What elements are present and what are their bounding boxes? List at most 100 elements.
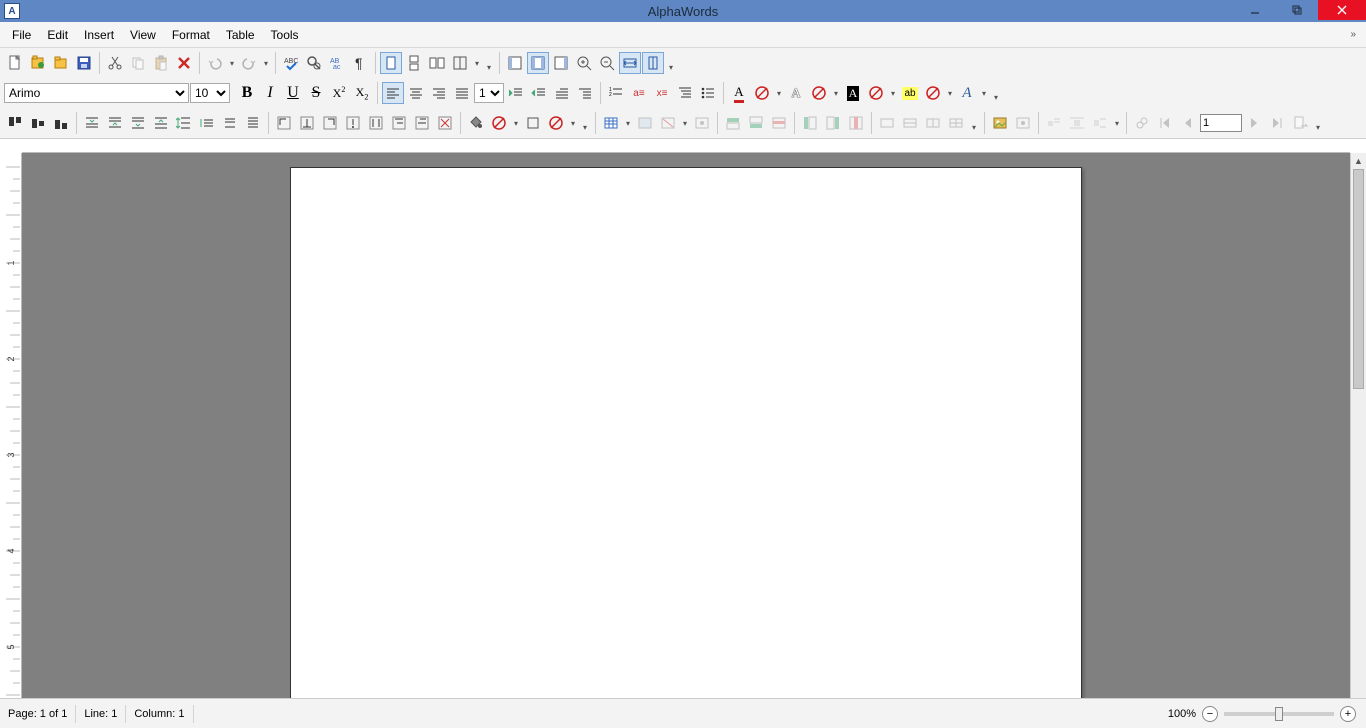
insert-table-button[interactable]	[600, 112, 622, 134]
menu-file[interactable]: File	[4, 24, 39, 46]
copy-button[interactable]	[127, 52, 149, 74]
formatting-overflow[interactable]: ▾	[990, 82, 1002, 104]
space-after-inc-button[interactable]	[127, 112, 149, 134]
undo-button[interactable]	[204, 52, 226, 74]
select-table-button[interactable]	[634, 112, 656, 134]
vertical-scrollbar[interactable]: ▲ ▼	[1350, 153, 1366, 715]
strikethrough-button[interactable]: S	[305, 82, 327, 104]
cut-button[interactable]	[104, 52, 126, 74]
columns-dropdown[interactable]: ▾	[472, 59, 482, 68]
delete-button[interactable]	[173, 52, 195, 74]
menu-insert[interactable]: Insert	[76, 24, 122, 46]
align-center-button[interactable]	[405, 82, 427, 104]
close-button[interactable]	[1318, 0, 1366, 20]
delete-table-button[interactable]	[657, 112, 679, 134]
linespacing-select[interactable]: 1	[474, 83, 504, 103]
columns-button[interactable]	[449, 52, 471, 74]
delete-table-dropdown[interactable]: ▾	[680, 119, 690, 128]
menu-edit[interactable]: Edit	[39, 24, 76, 46]
insert-col-right-button[interactable]	[822, 112, 844, 134]
font-bgcolor-button[interactable]: A	[842, 82, 864, 104]
maximize-button[interactable]	[1276, 0, 1318, 20]
para-align-top-button[interactable]	[4, 112, 26, 134]
open-button[interactable]	[50, 52, 72, 74]
split-col-button[interactable]	[922, 112, 944, 134]
line-spacing-dec-button[interactable]	[196, 112, 218, 134]
table-props-button[interactable]	[691, 112, 713, 134]
vertical-ruler[interactable]: 12345	[0, 153, 22, 715]
zoom-plus-button[interactable]: +	[1340, 706, 1356, 722]
para-align-middle-button[interactable]	[27, 112, 49, 134]
char-style-button[interactable]: A	[956, 82, 978, 104]
menu-view[interactable]: View	[122, 24, 164, 46]
font-bgcolor-dropdown[interactable]: ▾	[888, 89, 898, 98]
menu-format[interactable]: Format	[164, 24, 218, 46]
italic-button[interactable]: I	[259, 82, 281, 104]
wrap-square-button[interactable]	[1066, 112, 1088, 134]
insert-table-dropdown[interactable]: ▾	[623, 119, 633, 128]
new-from-template-button[interactable]	[27, 52, 49, 74]
menubar-expand-icon[interactable]: »	[1350, 29, 1362, 40]
font-color-button[interactable]: A	[728, 82, 750, 104]
decrease-indent-button[interactable]	[528, 82, 550, 104]
underline-button[interactable]: U	[282, 82, 304, 104]
increase-indent-button[interactable]	[505, 82, 527, 104]
minimize-button[interactable]	[1234, 0, 1276, 20]
paste-button[interactable]	[150, 52, 172, 74]
zoom-out-button[interactable]	[596, 52, 618, 74]
delete-row-button[interactable]	[768, 112, 790, 134]
tab-bar-button[interactable]	[365, 112, 387, 134]
nav-overflow[interactable]: ▾	[1312, 112, 1324, 134]
para-border-none-button[interactable]	[545, 112, 567, 134]
tab-left-button[interactable]	[273, 112, 295, 134]
delete-col-button[interactable]	[845, 112, 867, 134]
document-page[interactable]	[290, 167, 1082, 715]
para-align-bottom-button[interactable]	[50, 112, 72, 134]
highlight-button[interactable]: ab	[899, 82, 921, 104]
nav-link-button[interactable]	[1131, 112, 1153, 134]
redo-dropdown[interactable]: ▾	[261, 59, 271, 68]
fit-width-button[interactable]	[619, 52, 641, 74]
menu-table[interactable]: Table	[218, 24, 263, 46]
new-document-button[interactable]	[4, 52, 26, 74]
insert-row-above-button[interactable]	[722, 112, 744, 134]
tab-decimal-button[interactable]	[342, 112, 364, 134]
show-formatting-button[interactable]: ¶	[349, 52, 371, 74]
nav-last-button[interactable]	[1266, 112, 1288, 134]
font-outline-none-button[interactable]	[808, 82, 830, 104]
find-replace-button[interactable]	[303, 52, 325, 74]
line-spacing-inc-button[interactable]	[173, 112, 195, 134]
zoom-in-button[interactable]	[573, 52, 595, 74]
zoom-minus-button[interactable]: −	[1202, 706, 1218, 722]
para-overflow[interactable]: ▾	[579, 112, 591, 134]
margin-right-button[interactable]	[550, 52, 572, 74]
insert-col-left-button[interactable]	[799, 112, 821, 134]
para-shading-none-button[interactable]	[488, 112, 510, 134]
font-name-select[interactable]: Arimo	[4, 83, 189, 103]
space-before-inc-button[interactable]	[81, 112, 103, 134]
wrap-dropdown[interactable]: ▾	[1112, 119, 1122, 128]
space-after-dec-button[interactable]	[150, 112, 172, 134]
bullet-list-button[interactable]	[697, 82, 719, 104]
menu-tools[interactable]: Tools	[263, 24, 307, 46]
single-page-button[interactable]	[380, 52, 402, 74]
change-case-button[interactable]: ABac	[326, 52, 348, 74]
font-outline-button[interactable]: A	[785, 82, 807, 104]
nav-first-button[interactable]	[1154, 112, 1176, 134]
align-right-button[interactable]	[428, 82, 450, 104]
tab-indent2-button[interactable]	[411, 112, 433, 134]
redo-button[interactable]	[238, 52, 260, 74]
standard-overflow[interactable]: ▾	[483, 52, 495, 74]
outline-list-button[interactable]	[674, 82, 696, 104]
space-before-dec-button[interactable]	[104, 112, 126, 134]
keep-with-next-button[interactable]	[219, 112, 241, 134]
split-row-button[interactable]	[899, 112, 921, 134]
para-border-dropdown[interactable]: ▾	[568, 119, 578, 128]
keep-together-button[interactable]	[242, 112, 264, 134]
bold-button[interactable]: B	[236, 82, 258, 104]
margin-both-button[interactable]	[527, 52, 549, 74]
highlight-none-button[interactable]	[922, 82, 944, 104]
para-shading-dropdown[interactable]: ▾	[511, 119, 521, 128]
view-overflow[interactable]: ▾	[665, 52, 677, 74]
superscript-button[interactable]: X2	[328, 82, 350, 104]
